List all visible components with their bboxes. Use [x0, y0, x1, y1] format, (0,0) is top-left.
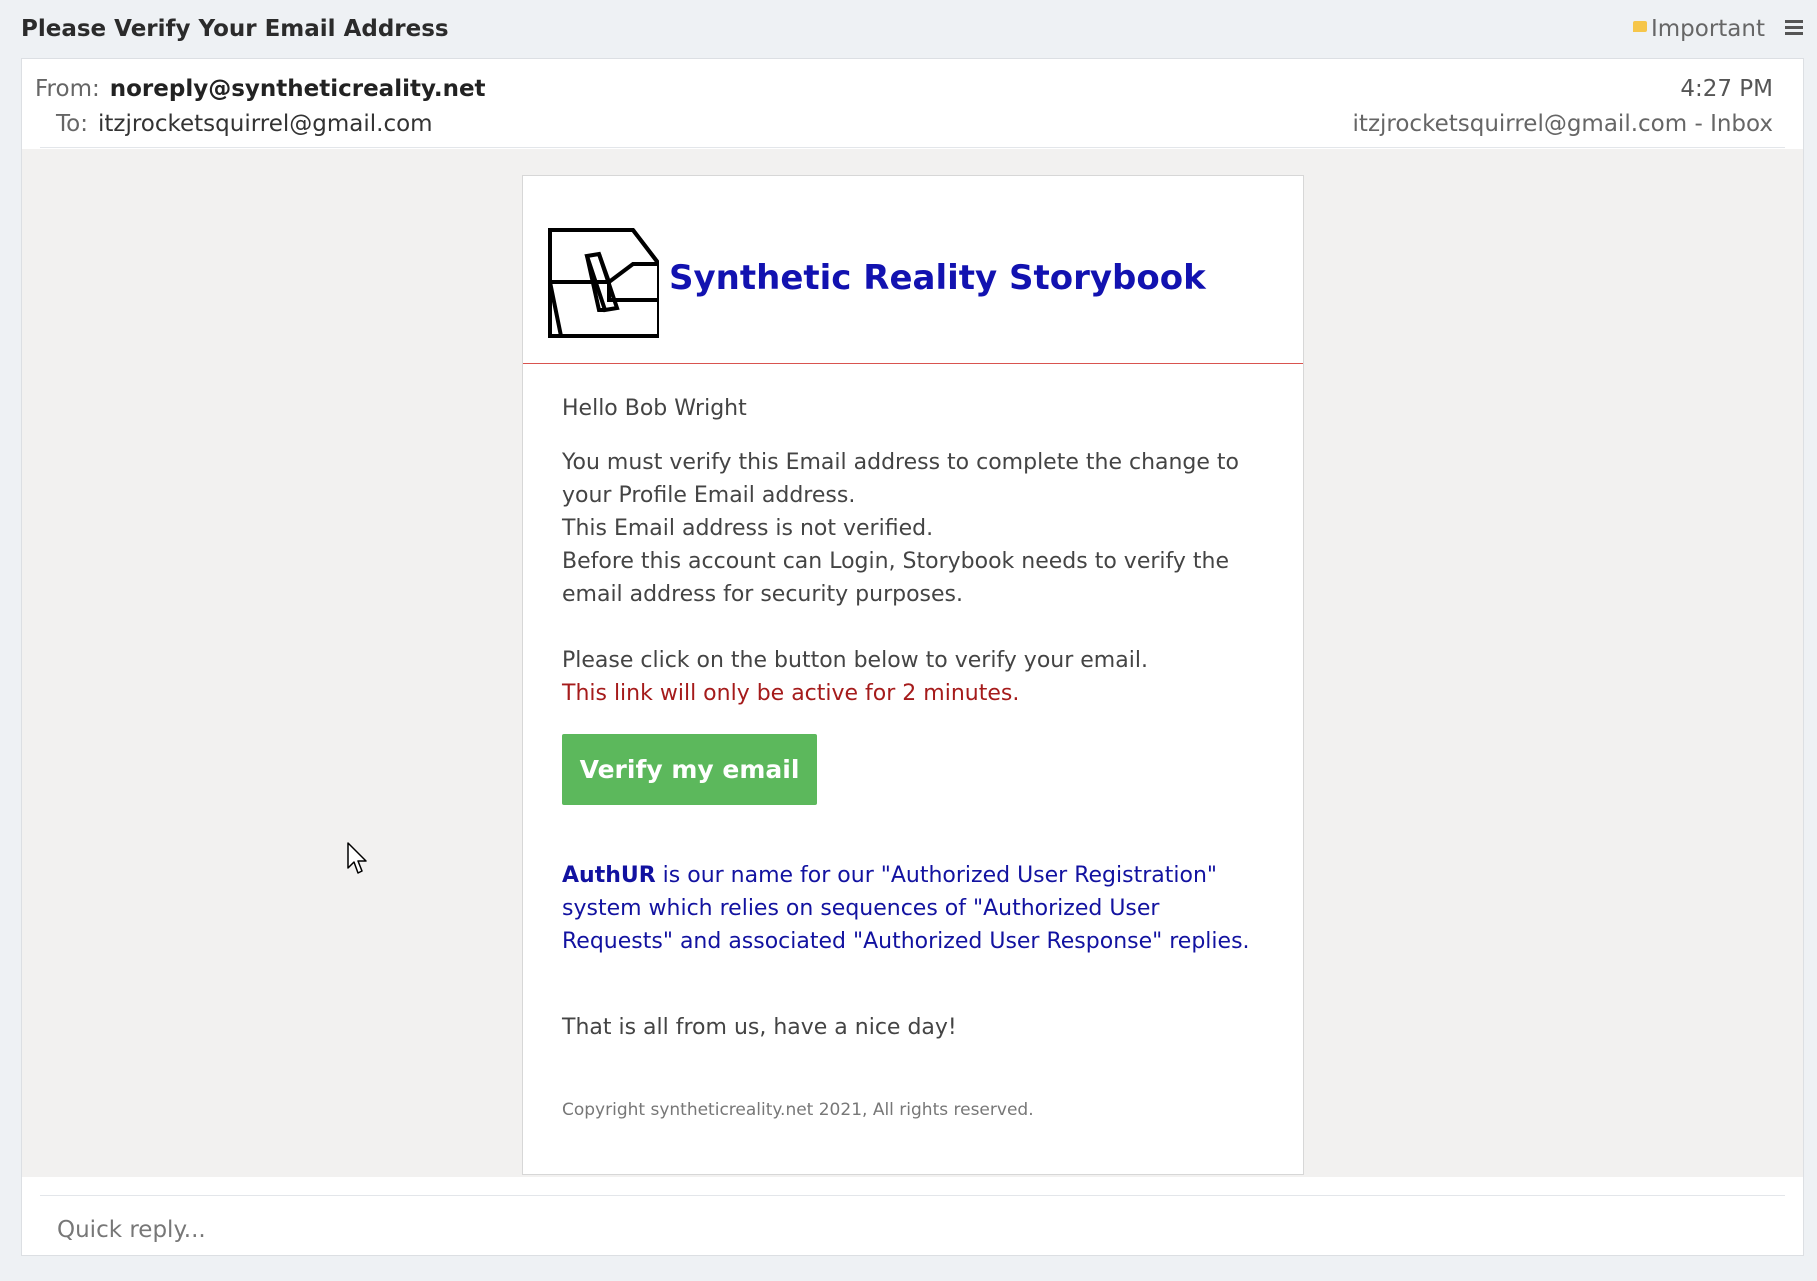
authur-name: AuthUR: [562, 863, 656, 888]
flag-icon: [1632, 21, 1647, 32]
verify-line-2: This Email address is not verified.: [562, 516, 934, 541]
verify-paragraph: You must verify this Email address to co…: [562, 446, 1272, 611]
brand-header: Synthetic Reality Storybook: [523, 176, 1303, 364]
important-label[interactable]: Important: [1632, 16, 1765, 42]
message-time: 4:27 PM: [1680, 76, 1773, 102]
closing-text: That is all from us, have a nice day!: [562, 1015, 957, 1040]
important-text: Important: [1650, 16, 1765, 42]
message-header: From: noreply@syntheticreality.net To: itz…: [22, 59, 1803, 149]
instruction-text: Please click on the button below to veri…: [562, 648, 1148, 673]
instruction-paragraph: Please click on the button below to veri…: [562, 644, 1272, 710]
from-row: From: noreply@syntheticreality.net: [35, 76, 486, 102]
to-address[interactable]: itzjrocketsquirrel@gmail.com: [98, 111, 433, 137]
greeting-text: Hello Bob Wright: [562, 396, 747, 421]
message-panel: From: noreply@syntheticreality.net To: itz…: [21, 58, 1804, 1256]
email-card: Synthetic Reality Storybook Hello Bob Wr…: [522, 175, 1304, 1175]
message-body: Synthetic Reality Storybook Hello Bob Wr…: [22, 149, 1803, 1177]
reply-divider: [40, 1195, 1785, 1196]
verify-email-button[interactable]: Verify my email: [562, 734, 817, 805]
copyright-text: Copyright syntheticreality.net 2021, All…: [562, 1100, 1034, 1120]
brand-name: Synthetic Reality Storybook: [669, 258, 1206, 298]
authur-description: is our name for our "Authorized User Reg…: [562, 863, 1250, 954]
account-folder: itzjrocketsquirrel@gmail.com - Inbox: [1352, 111, 1773, 137]
verify-line-3: Before this account can Login, Storybook…: [562, 549, 1229, 607]
email-content: Hello Bob Wright You must verify this Em…: [562, 363, 1272, 1127]
to-row: To: itzjrocketsquirrel@gmail.com: [56, 111, 433, 137]
email-subject: Please Verify Your Email Address: [21, 16, 449, 42]
mouse-cursor-icon: [347, 842, 367, 874]
expiry-warning: This link will only be active for 2 minu…: [562, 681, 1020, 706]
hamburger-menu-icon[interactable]: [1785, 20, 1803, 38]
quick-reply-input[interactable]: [55, 1211, 1759, 1249]
from-address[interactable]: noreply@syntheticreality.net: [110, 76, 486, 102]
to-label: To:: [56, 111, 88, 137]
synthetic-reality-logo: [548, 228, 659, 338]
title-bar: Please Verify Your Email Address Importa…: [0, 0, 1817, 58]
header-divider: [40, 147, 1785, 148]
from-label: From:: [35, 76, 100, 102]
authur-paragraph: AuthUR is our name for our "Authorized U…: [562, 859, 1272, 958]
verify-line-1: You must verify this Email address to co…: [562, 450, 1240, 508]
